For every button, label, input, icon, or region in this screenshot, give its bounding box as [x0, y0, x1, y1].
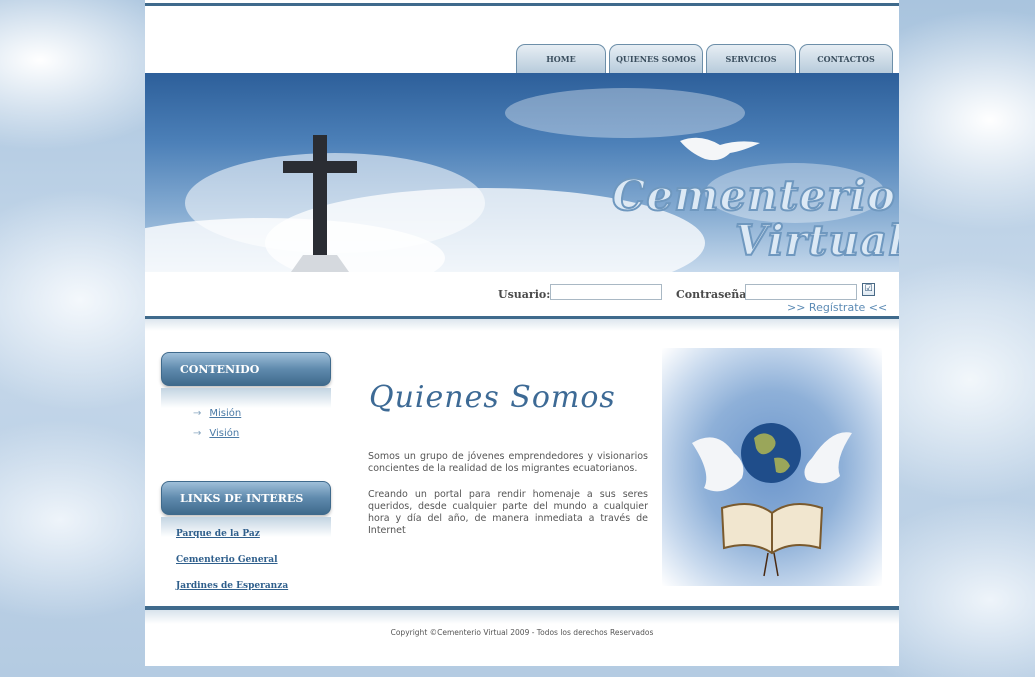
mission-paragraph: Creando un portal para rendir homenaje a… [368, 489, 648, 536]
user-label: Usuario: [498, 288, 551, 301]
page-title: Quienes Somos [369, 380, 616, 415]
dove-icon [680, 137, 760, 161]
register-link[interactable]: >> Regístrate << [787, 301, 887, 314]
dove-right-icon [804, 432, 852, 484]
doves-globe-bible-image [662, 348, 882, 586]
divider-fade [145, 319, 899, 331]
user-input[interactable] [550, 284, 662, 300]
password-label: Contraseña: [676, 288, 751, 301]
sidebar-content-header: CONTENIDO [161, 352, 331, 386]
copyright-text: Copyright ©Cementerio Virtual 2009 - Tod… [390, 628, 654, 637]
sidebar-link-label: Visión [209, 428, 240, 439]
sidebar-link-mision[interactable]: → Misión [193, 408, 241, 419]
top-border [145, 3, 899, 6]
globe-icon [741, 423, 801, 483]
nav-tab-contactos[interactable]: CONTACTOS [799, 44, 893, 73]
arrow-icon: → [193, 428, 202, 439]
link-parque-de-la-paz[interactable]: Parque de la Paz [176, 529, 260, 539]
header-banner: Cementerio Virtual [145, 73, 899, 272]
login-bar: Usuario: Contraseña: ☑ >> Regístrate << [145, 272, 899, 316]
page-container: HOME QUIENES SOMOS SERVICIOS CONTACTOS C… [145, 0, 899, 666]
sidebar-link-label: Misión [209, 408, 242, 419]
sidebar-link-vision[interactable]: → Visión [193, 428, 239, 439]
nav-tab-quienes-somos[interactable]: QUIENES SOMOS [609, 44, 703, 73]
dove-left-icon [692, 437, 744, 492]
link-jardines-de-esperanza[interactable]: Jardines de Esperanza [176, 581, 288, 591]
link-cementerio-general[interactable]: Cementerio General [176, 555, 278, 565]
nav-tab-home[interactable]: HOME [516, 44, 606, 73]
sidebar-content-fade [161, 388, 331, 408]
password-input[interactable] [745, 284, 857, 300]
sidebar-links-header: LINKS DE INTERES [161, 481, 331, 515]
nav-tab-servicios[interactable]: SERVICIOS [706, 44, 796, 73]
main-nav: HOME QUIENES SOMOS SERVICIOS CONTACTOS [516, 44, 893, 73]
login-checkbox[interactable]: ☑ [862, 283, 875, 296]
bible-icon [720, 503, 824, 577]
intro-paragraph: Somos un grupo de jóvenes emprendedores … [368, 451, 648, 474]
arrow-icon: → [193, 408, 202, 419]
footer-fade [145, 610, 899, 624]
logo-line2: Virtual [734, 215, 899, 266]
logo-line1: Cementerio [611, 170, 897, 221]
